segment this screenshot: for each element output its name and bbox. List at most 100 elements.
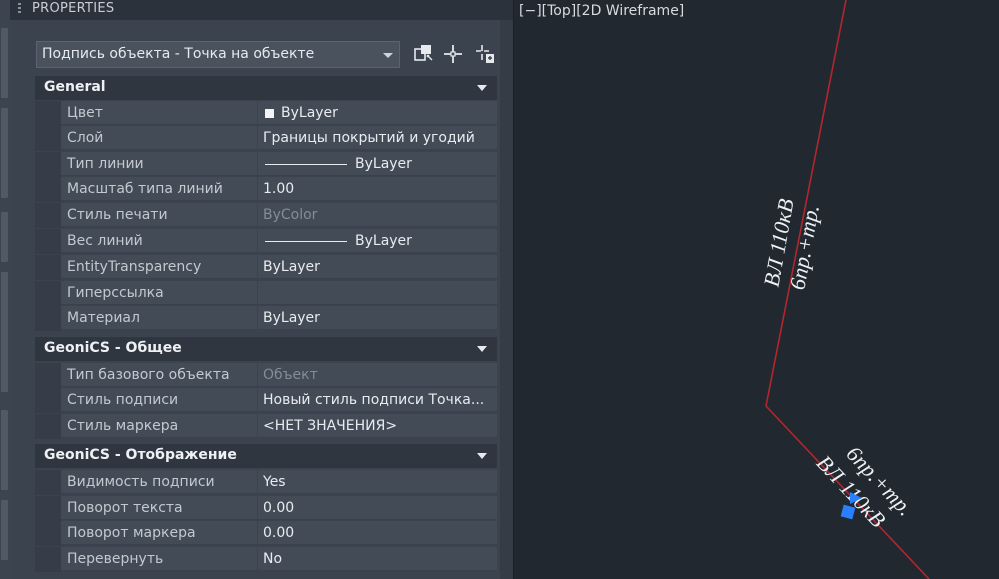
row-gutter <box>35 229 61 254</box>
chevron-down-icon[interactable] <box>477 453 487 459</box>
property-row-transparency[interactable]: EntityTransparency ByLayer <box>35 255 497 280</box>
property-row-linetype-scale[interactable]: Масштаб типа линий 1.00 <box>35 177 497 202</box>
property-value[interactable]: ByLayer <box>258 306 497 330</box>
property-name: Стиль подписи <box>61 388 257 412</box>
property-name: Перевернуть <box>61 547 257 571</box>
toggle-pickadd-icon[interactable] <box>473 42 497 66</box>
section-geonics-display[interactable]: GeoniCS - Отображение <box>35 444 497 468</box>
section-geonics-common[interactable]: GeoniCS - Общее <box>35 337 497 361</box>
row-gutter <box>35 470 61 495</box>
strip-tab[interactable] <box>1 272 8 392</box>
property-value[interactable]: ByLayer <box>258 229 497 253</box>
viewport-controls[interactable]: [−][Top][2D Wireframe] <box>519 3 684 19</box>
row-gutter <box>35 521 61 546</box>
lineweight-value: ByLayer <box>355 233 412 249</box>
row-gutter <box>35 547 61 572</box>
property-row-lineweight[interactable]: Вес линий ByLayer <box>35 229 497 254</box>
lineweight-preview <box>265 240 347 242</box>
palette-titlebar[interactable]: PROPERTIES <box>10 0 513 20</box>
model-space-canvas[interactable]: ВЛ 110кВ 6пр.+тр. 6пр.+тр. ВЛ 110кВ <box>514 0 999 579</box>
property-row-linetype[interactable]: Тип линии ByLayer <box>35 152 497 177</box>
property-value[interactable]: No <box>258 547 497 571</box>
property-value[interactable]: 1.00 <box>258 177 497 201</box>
color-value: ByLayer <box>281 105 338 121</box>
row-gutter <box>35 255 61 280</box>
property-value[interactable]: Границы покрытий и угодий <box>258 126 497 150</box>
lower-annotation[interactable]: 6пр.+тр. ВЛ 110кВ <box>812 431 919 540</box>
property-name: Масштаб типа линий <box>61 177 257 201</box>
section-title: GeoniCS - Отображение <box>44 447 237 463</box>
property-value: Объект <box>258 363 497 387</box>
section-title: General <box>44 79 106 95</box>
object-type-dropdown[interactable]: Подпись объекта - Точка на объекте <box>36 41 400 68</box>
properties-palette: PROPERTIES Подпись объекта - Точка на об… <box>10 0 514 579</box>
section-general[interactable]: General <box>35 76 497 100</box>
property-name: Поворот текста <box>61 496 257 520</box>
property-row-base-object-type: Тип базового объекта Объект <box>35 363 497 388</box>
property-name: Видимость подписи <box>61 470 257 494</box>
object-type-value: Подпись объекта - Точка на объекте <box>42 46 315 62</box>
upper-annotation[interactable]: ВЛ 110кВ 6пр.+тр. <box>759 197 825 293</box>
property-value: ByColor <box>258 203 497 227</box>
strip-tab[interactable] <box>1 410 8 490</box>
property-value[interactable] <box>258 281 497 305</box>
drag-grip-icon[interactable] <box>18 3 21 15</box>
row-gutter <box>35 363 61 388</box>
row-gutter <box>35 281 61 306</box>
property-row-label-visibility[interactable]: Видимость подписи Yes <box>35 470 497 495</box>
linetype-preview <box>265 163 347 165</box>
row-gutter <box>35 496 61 521</box>
property-name: Вес линий <box>61 229 257 253</box>
palette-title: PROPERTIES <box>32 1 115 16</box>
property-row-material[interactable]: Материал ByLayer <box>35 306 497 331</box>
property-value[interactable]: Yes <box>258 470 497 494</box>
property-row-color[interactable]: Цвет ByLayer <box>35 101 497 126</box>
property-value[interactable]: Новый стиль подписи Точка... <box>258 388 497 412</box>
property-row-hyperlink[interactable]: Гиперссылка <box>35 281 497 306</box>
row-gutter <box>35 414 61 439</box>
row-gutter <box>35 126 61 151</box>
property-name: Стиль маркера <box>61 414 257 438</box>
linetype-value: ByLayer <box>355 156 412 172</box>
property-name: EntityTransparency <box>61 255 257 279</box>
property-name: Тип линии <box>61 152 257 176</box>
strip-tab[interactable] <box>1 108 8 198</box>
property-name: Гиперссылка <box>61 281 257 305</box>
chevron-down-icon[interactable] <box>477 85 487 91</box>
palette-scrollbar[interactable] <box>500 20 513 579</box>
chevron-down-icon[interactable] <box>477 346 487 352</box>
property-name: Цвет <box>61 101 257 125</box>
property-name: Стиль печати <box>61 203 257 227</box>
property-value[interactable]: ByLayer <box>258 101 497 125</box>
property-value[interactable]: 0.00 <box>258 496 497 520</box>
property-row-marker-rotation[interactable]: Поворот маркера 0.00 <box>35 521 497 546</box>
color-swatch <box>265 108 274 118</box>
section-title: GeoniCS - Общее <box>44 340 182 356</box>
property-value[interactable]: <НЕТ ЗНАЧЕНИЯ> <box>258 414 497 438</box>
property-name: Тип базового объекта <box>61 363 257 387</box>
property-row-plot-style: Стиль печати ByColor <box>35 203 497 228</box>
property-row-marker-style[interactable]: Стиль маркера <НЕТ ЗНАЧЕНИЯ> <box>35 414 497 439</box>
row-gutter <box>35 177 61 202</box>
strip-tab[interactable] <box>1 212 8 262</box>
row-gutter <box>35 306 61 331</box>
select-objects-icon[interactable] <box>441 42 465 66</box>
quick-select-icon[interactable] <box>411 42 435 66</box>
property-row-flip[interactable]: Перевернуть No <box>35 547 497 572</box>
property-name: Поворот маркера <box>61 521 257 545</box>
chevron-down-icon <box>383 53 393 58</box>
strip-tab[interactable] <box>1 28 8 98</box>
row-gutter <box>35 152 61 177</box>
strip-tab[interactable] <box>1 500 8 560</box>
row-gutter <box>35 388 61 413</box>
property-name: Материал <box>61 306 257 330</box>
property-value[interactable]: 0.00 <box>258 521 497 545</box>
property-value[interactable]: ByLayer <box>258 255 497 279</box>
row-gutter <box>35 203 61 228</box>
property-row-layer[interactable]: Слой Границы покрытий и угодий <box>35 126 497 151</box>
property-row-label-style[interactable]: Стиль подписи Новый стиль подписи Точка.… <box>35 388 497 413</box>
property-value[interactable]: ByLayer <box>258 152 497 176</box>
property-name: Слой <box>61 126 257 150</box>
property-row-text-rotation[interactable]: Поворот текста 0.00 <box>35 496 497 521</box>
row-gutter <box>35 101 61 126</box>
